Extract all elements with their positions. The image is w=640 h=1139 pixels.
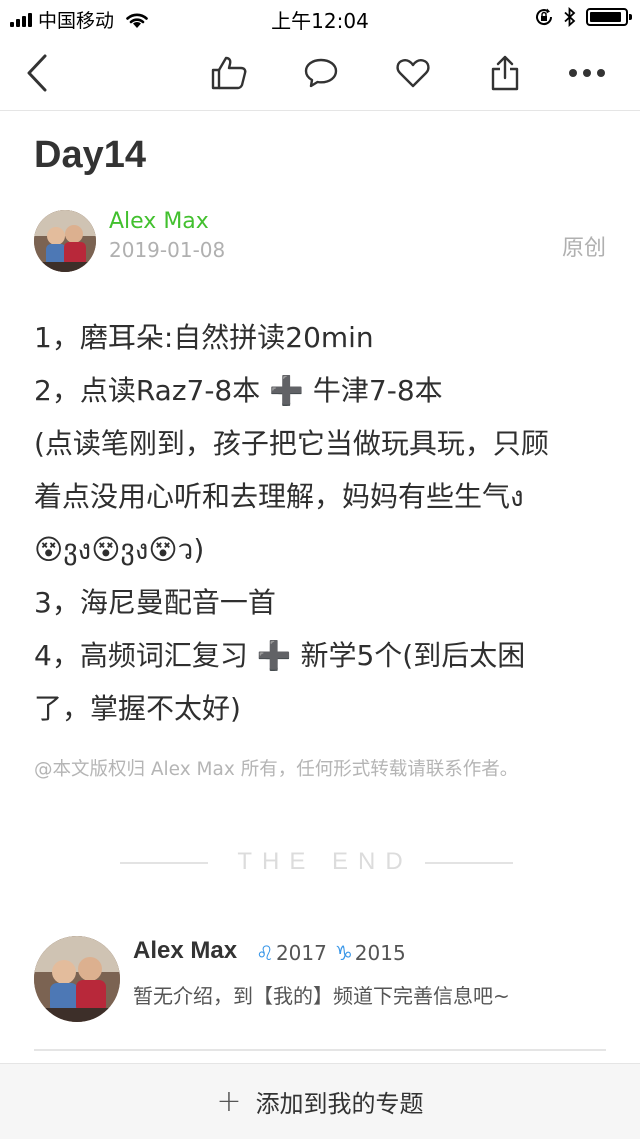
zodiac-year: 2015 <box>354 941 406 965</box>
nav-bar <box>0 36 640 111</box>
back-arrow-icon <box>27 54 47 92</box>
end-divider: THE END <box>0 848 640 878</box>
share-icon <box>491 55 519 91</box>
body-line: 4，高频词汇复习 ➕ 新学5个(到后太困 <box>34 639 526 672</box>
bluetooth-icon <box>564 7 576 27</box>
thumbs-up-icon <box>211 56 247 90</box>
battery-fill <box>590 12 621 22</box>
back-button[interactable] <box>14 50 60 96</box>
like-button[interactable] <box>206 50 252 96</box>
favorite-button[interactable] <box>390 50 436 96</box>
body-line: 1，磨耳朵:自然拼读20min <box>34 321 374 354</box>
author-avatar[interactable] <box>34 210 96 272</box>
share-button[interactable] <box>482 50 528 96</box>
more-icon <box>569 69 605 77</box>
more-button[interactable] <box>564 50 610 96</box>
avatar-image <box>34 936 120 1022</box>
body-line: 😵ვง😵ვง😵ว) <box>34 533 205 566</box>
zodiac-year: 2017 <box>275 941 327 965</box>
original-tag: 原创 <box>561 236 606 261</box>
author-card-bio: 暂无介绍，到【我的】频道下完善信息吧~ <box>133 984 510 1008</box>
leo-icon: ♌ <box>256 941 274 965</box>
author-card-zodiac: ♌ 2017 ♑ 2015 <box>256 941 406 965</box>
rotation-lock-icon <box>536 8 553 26</box>
body-line: 了，掌握不太好) <box>34 692 241 725</box>
body-line: 2，点读Raz7-8本 ➕ 牛津7-8本 <box>34 374 443 407</box>
copyright-notice: @本文版权归 Alex Max 所有，任何形式转载请联系作者。 <box>34 759 519 780</box>
add-to-collection-button[interactable]: + 添加到我的专题 <box>0 1063 640 1139</box>
battery-icon <box>586 8 632 26</box>
divider-line-right <box>425 862 513 864</box>
plus-icon: + <box>216 1083 242 1119</box>
capricorn-icon: ♑ <box>334 941 353 965</box>
avatar-image <box>34 210 96 272</box>
add-to-collection-label: 添加到我的专题 <box>255 1090 424 1118</box>
author-card-name[interactable]: Alex Max <box>133 937 237 965</box>
comment-button[interactable] <box>298 50 344 96</box>
body-line: (点读笔刚到，孩子把它当做玩具玩，只顾 <box>34 427 549 460</box>
heart-icon <box>396 59 430 88</box>
comment-icon <box>304 58 338 88</box>
status-right <box>534 7 632 27</box>
author-name[interactable]: Alex Max <box>109 209 209 234</box>
article-title: Day14 <box>34 134 146 176</box>
post-date: 2019-01-08 <box>109 238 226 262</box>
author-card-avatar[interactable] <box>34 936 120 1022</box>
card-separator <box>34 1049 606 1051</box>
article-body: 1，磨耳朵:自然拼读20min 2，点读Raz7-8本 ➕ 牛津7-8本 (点读… <box>34 311 609 735</box>
body-line: 3，海尼曼配音一首 <box>34 586 276 619</box>
status-bar: 中国移动 上午12:04 <box>0 0 640 36</box>
end-text: THE END <box>237 848 413 875</box>
body-line: 着点没用心听和去理解，妈妈有些生气ง <box>34 480 524 513</box>
